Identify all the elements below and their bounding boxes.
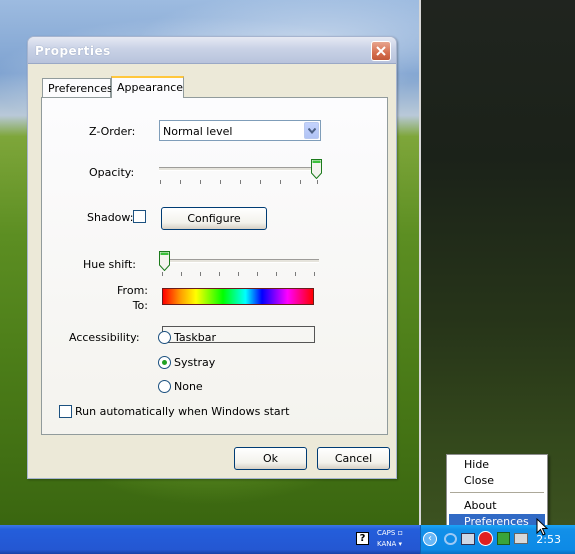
opacity-label: Opacity:	[89, 166, 135, 179]
stop-icon[interactable]	[478, 531, 493, 546]
background-window-dark	[419, 0, 575, 525]
shadow-checkbox[interactable]	[133, 210, 146, 223]
appearance-panel: Z-Order: Normal level Opacity: Shadow: C…	[41, 97, 388, 435]
help-icon[interactable]: ?	[356, 532, 369, 545]
zorder-select[interactable]: Normal level	[159, 120, 321, 141]
zorder-value: Normal level	[163, 125, 233, 138]
shadow-label: Shadow:	[87, 211, 134, 224]
opacity-slider[interactable]	[157, 158, 325, 188]
dialog-titlebar[interactable]: Properties	[28, 37, 396, 64]
systray-radio[interactable]	[158, 356, 171, 369]
hue-shift-label: Hue shift:	[83, 258, 136, 271]
kana-label: KANA	[377, 540, 397, 548]
menu-item-about[interactable]: About	[449, 498, 545, 514]
language-indicator[interactable]: CAPS ▫ KANA ▾	[377, 527, 421, 551]
cancel-button[interactable]: Cancel	[317, 447, 390, 470]
accessibility-option-systray[interactable]: Systray	[157, 355, 237, 371]
hue-from-label: From:	[117, 284, 148, 297]
accessibility-label: Accessibility:	[69, 331, 140, 344]
opacity-slider-thumb[interactable]	[311, 159, 322, 179]
taskbar-radio[interactable]	[158, 331, 171, 344]
hue-to-bar	[162, 297, 314, 305]
menu-separator	[450, 492, 544, 493]
zorder-label: Z-Order:	[89, 125, 136, 138]
tab-appearance[interactable]: Appearance	[111, 76, 184, 98]
menu-item-close[interactable]: Close	[449, 473, 545, 489]
hue-to-label: To:	[132, 299, 148, 312]
monitor-icon[interactable]	[461, 533, 475, 545]
app-tray-icon[interactable]	[497, 532, 510, 545]
tray-expand-icon[interactable]: ‹	[423, 532, 437, 546]
ime-icon: ▫	[397, 528, 403, 537]
system-tray: ‹ 2:53	[420, 525, 575, 554]
caps-label: CAPS	[377, 529, 396, 537]
none-radio[interactable]	[158, 380, 171, 393]
taskbar-label: Taskbar	[174, 331, 216, 344]
properties-dialog: Properties Preferences Appearance Z-Orde…	[27, 36, 397, 479]
mouse-cursor-icon	[536, 518, 549, 536]
tray-context-menu: Hide Close About Preferences	[446, 454, 548, 532]
systray-label: Systray	[174, 356, 216, 369]
hue-shift-slider[interactable]	[157, 250, 325, 280]
autorun-checkbox[interactable]	[59, 405, 72, 418]
mail-icon[interactable]	[514, 533, 528, 544]
close-icon	[376, 46, 386, 56]
menu-item-hide[interactable]: Hide	[449, 457, 545, 473]
radio-selected-dot	[162, 360, 167, 365]
none-label: None	[174, 380, 203, 393]
dialog-title: Properties	[35, 44, 111, 58]
network-icon[interactable]	[444, 533, 457, 545]
hue-shift-slider-thumb[interactable]	[159, 251, 170, 271]
taskbar: ? CAPS ▫ KANA ▾ ‹ 2:53	[0, 525, 575, 554]
ok-button[interactable]: Ok	[234, 447, 307, 470]
tab-preferences[interactable]: Preferences	[42, 78, 113, 97]
autorun-label: Run automatically when Windows start	[75, 405, 290, 418]
chevron-down-icon	[308, 128, 316, 134]
close-button[interactable]	[371, 41, 391, 61]
configure-button[interactable]: Configure	[161, 207, 267, 230]
hue-from-bar	[162, 288, 314, 297]
accessibility-option-none[interactable]: None	[157, 379, 237, 395]
ime-menu-icon: ▾	[398, 540, 403, 548]
dropdown-button[interactable]	[304, 122, 319, 139]
accessibility-option-taskbar[interactable]: Taskbar	[157, 330, 237, 346]
